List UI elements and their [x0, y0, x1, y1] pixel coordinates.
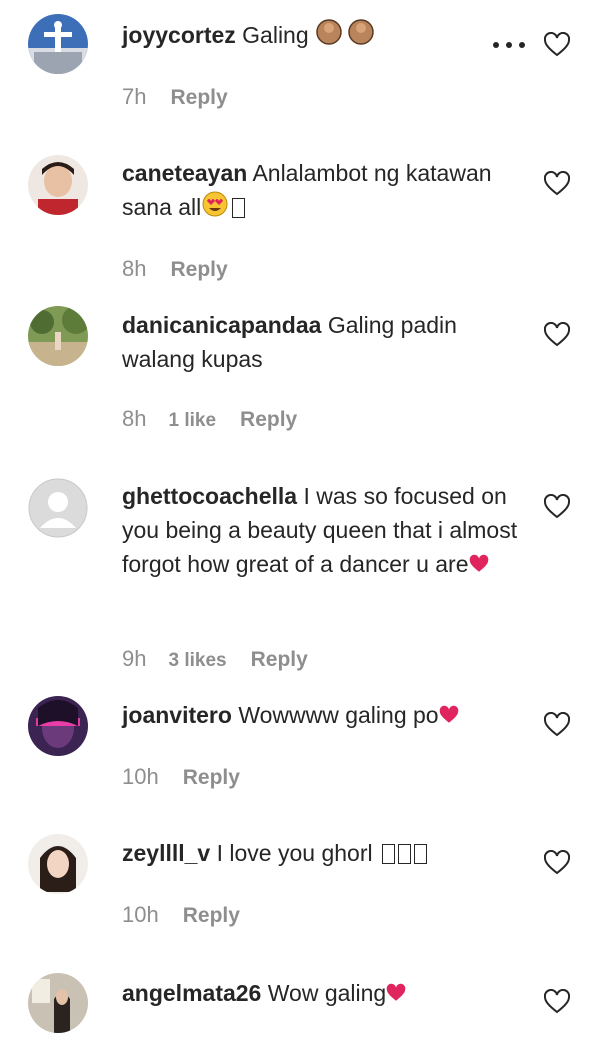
comment-username[interactable]: joanvitero: [122, 702, 232, 728]
comment-body: joyycortez Galing: [122, 18, 522, 55]
red-heart-emoji-icon: [439, 700, 459, 734]
pink-light-avatar-image: [28, 696, 88, 756]
comment-meta: 8h 1 like Reply: [122, 406, 297, 432]
default-avatar-image: [28, 478, 88, 538]
avatar[interactable]: [28, 306, 88, 366]
comment-body: joanvitero Wowwww galing po: [122, 698, 522, 734]
like-heart-icon[interactable]: [544, 850, 570, 876]
comment-body: zeyllll_v I love you ghorl: [122, 836, 522, 870]
avatar[interactable]: [28, 155, 88, 215]
like-heart-icon[interactable]: [544, 32, 570, 58]
outdoor-avatar-image: [28, 306, 88, 366]
avatar[interactable]: [28, 478, 88, 538]
avatar[interactable]: [28, 696, 88, 756]
girl-avatar-image: [28, 834, 88, 894]
like-heart-icon[interactable]: [544, 712, 570, 738]
like-heart-icon[interactable]: [544, 322, 570, 348]
red-heart-emoji-icon: [386, 978, 406, 1012]
comment-text: Galing: [242, 22, 309, 48]
reply-button[interactable]: Reply: [251, 648, 308, 671]
like-heart-icon[interactable]: [544, 494, 570, 520]
like-heart-icon[interactable]: [544, 171, 570, 197]
reply-button[interactable]: Reply: [183, 904, 240, 927]
comment-time: 8h: [122, 406, 147, 431]
room-avatar-image: [28, 973, 88, 1033]
comment-meta: 10h Reply: [122, 764, 240, 790]
reply-button[interactable]: Reply: [183, 766, 240, 789]
comment-body: angelmata26 Wow galing: [122, 976, 522, 1012]
comment-time: 8h: [122, 256, 147, 281]
comment-body: ghettocoachella I was so focused on you …: [122, 479, 522, 583]
comment-text: I love you ghorl: [216, 840, 373, 866]
comment-meta: 10h Reply: [122, 902, 240, 928]
comment-body: caneteayan Anlalambot ng katawan sana al…: [122, 156, 522, 227]
red-heart-emoji-icon: [469, 549, 489, 583]
comment-username[interactable]: joyycortez: [122, 22, 236, 48]
heart-eyes-emoji-icon: [201, 190, 229, 227]
comment-meta: 8h Reply: [122, 256, 228, 282]
reply-button[interactable]: Reply: [170, 258, 227, 281]
comment-time: 10h: [122, 764, 159, 789]
unknown-glyph-icon: [232, 198, 246, 218]
reply-button[interactable]: Reply: [170, 86, 227, 109]
like-count[interactable]: 1 like: [168, 410, 216, 431]
comment-username[interactable]: ghettocoachella: [122, 483, 297, 509]
clap-hands-icon: [315, 18, 379, 55]
comment-time: 9h: [122, 646, 147, 671]
comment-body: danicanicapandaa Galing padin walang kup…: [122, 308, 522, 376]
more-options-icon[interactable]: [492, 40, 526, 50]
comment-username[interactable]: danicanicapandaa: [122, 312, 321, 338]
comment-time: 10h: [122, 902, 159, 927]
unknown-glyph-icon: [379, 840, 427, 866]
comment-meta: 9h 3 likes Reply: [122, 646, 308, 672]
person-avatar-image: [28, 155, 88, 215]
reply-button[interactable]: Reply: [240, 408, 297, 431]
comment-username[interactable]: caneteayan: [122, 160, 247, 186]
comment-meta: 7h Reply: [122, 84, 228, 110]
comment-time: 7h: [122, 84, 147, 109]
comment-text: Wow galing: [267, 980, 387, 1006]
comment-text: Wowwww galing po: [238, 702, 439, 728]
comment-username[interactable]: angelmata26: [122, 980, 261, 1006]
avatar[interactable]: [28, 834, 88, 894]
statue-avatar-image: [28, 14, 88, 74]
avatar[interactable]: [28, 973, 88, 1033]
like-heart-icon[interactable]: [544, 989, 570, 1015]
avatar[interactable]: [28, 14, 88, 74]
comment-username[interactable]: zeyllll_v: [122, 840, 210, 866]
like-count[interactable]: 3 likes: [168, 650, 226, 671]
